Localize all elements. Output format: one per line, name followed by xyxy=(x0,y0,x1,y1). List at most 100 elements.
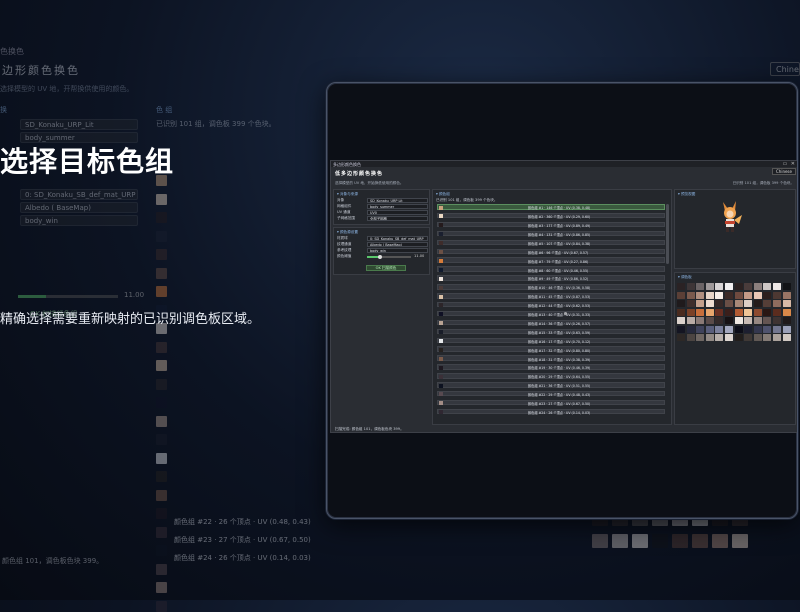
color-group-row[interactable]: 颜色组 #2 · 360 个顶点 · UV (0.29, 0.60) xyxy=(437,212,665,219)
palette-swatch[interactable] xyxy=(677,325,685,333)
group-list-scrollbar[interactable] xyxy=(666,204,669,264)
palette-swatch[interactable] xyxy=(686,334,695,341)
color-group-row[interactable]: 颜色组 #20 · 29 个顶点 · UV (0.64, 0.55) xyxy=(437,373,665,379)
palette-swatch[interactable] xyxy=(705,317,714,324)
color-group-row[interactable]: 颜色组 #9 · 49 个顶点 · UV (0.86, 0.52) xyxy=(437,275,665,281)
color-group-swatch[interactable] xyxy=(439,356,443,361)
color-group-swatch[interactable] xyxy=(439,205,443,210)
palette-swatch[interactable] xyxy=(782,283,791,290)
color-group-row[interactable]: 颜色组 #19 · 30 个顶点 · UV (0.46, 0.39) xyxy=(437,364,665,370)
palette-swatch[interactable] xyxy=(763,325,772,333)
palette-swatch[interactable] xyxy=(763,334,772,341)
palette-swatch[interactable] xyxy=(686,325,695,333)
palette-swatch[interactable] xyxy=(763,300,772,307)
palette-swatch[interactable] xyxy=(677,291,685,299)
palette-swatch[interactable] xyxy=(782,291,791,299)
color-group-row[interactable]: 颜色组 #4 · 131 个顶点 · UV (0.86, 0.85) xyxy=(437,230,665,237)
palette-swatch[interactable] xyxy=(734,325,743,333)
palette-swatch[interactable] xyxy=(715,300,724,307)
groups-panel-header[interactable]: ▾ 颜色组 xyxy=(436,192,450,197)
color-group-swatch[interactable] xyxy=(439,392,443,397)
palette-swatch[interactable] xyxy=(734,300,743,307)
color-group-swatch[interactable] xyxy=(439,312,443,317)
palette-swatch[interactable] xyxy=(773,283,781,290)
color-group-row[interactable]: 颜色组 #10 · 46 个顶点 · UV (0.36, 0.58) xyxy=(437,284,665,290)
color-group-row[interactable]: 颜色组 #15 · 33 个顶点 · UV (0.63, 0.59) xyxy=(437,328,665,335)
palette-swatch[interactable] xyxy=(753,317,762,324)
color-group-row[interactable]: 颜色组 #17 · 32 个顶点 · UV (0.80, 0.80) xyxy=(437,346,665,353)
palette-swatch[interactable] xyxy=(744,308,753,316)
color-group-row[interactable]: 颜色组 #11 · 45 个顶点 · UV (0.87, 0.53) xyxy=(437,293,665,299)
palette-swatch[interactable] xyxy=(744,283,753,290)
reference-texture-field[interactable]: body_win xyxy=(367,248,428,253)
palette-swatch[interactable] xyxy=(705,300,714,307)
palette-swatch[interactable] xyxy=(782,317,791,324)
color-group-swatch[interactable] xyxy=(439,258,443,263)
color-group-row[interactable]: 颜色组 #7 · 79 个顶点 · UV (0.27, 0.86) xyxy=(437,257,665,264)
submesh-select[interactable]: 全部子网格 xyxy=(367,216,428,221)
palette-swatch[interactable] xyxy=(725,334,733,341)
palette-swatch[interactable] xyxy=(763,317,772,324)
palette-swatch[interactable] xyxy=(705,325,714,333)
color-group-swatch[interactable] xyxy=(439,330,443,335)
palette-swatch[interactable] xyxy=(715,308,724,316)
palette-swatch[interactable] xyxy=(725,325,733,333)
palette-swatch[interactable] xyxy=(725,300,733,307)
palette-swatch[interactable] xyxy=(753,325,762,333)
palette-swatch[interactable] xyxy=(715,317,724,324)
palette-swatch[interactable] xyxy=(773,325,781,333)
palette-swatch[interactable] xyxy=(734,317,743,324)
palette-swatch[interactable] xyxy=(725,317,733,324)
color-group-swatch[interactable] xyxy=(439,401,443,406)
color-group-swatch[interactable] xyxy=(439,267,443,272)
palette-swatch[interactable] xyxy=(686,308,695,316)
palette-swatch[interactable] xyxy=(763,308,772,316)
palette-swatch[interactable] xyxy=(734,308,743,316)
palette-swatch[interactable] xyxy=(686,317,695,324)
palette-swatch[interactable] xyxy=(744,291,753,299)
palette-swatch[interactable] xyxy=(773,308,781,316)
palette-swatch[interactable] xyxy=(753,300,762,307)
color-group-row[interactable]: 颜色组 #1 · 146 个顶点 · UV (0.38, 0.48) xyxy=(437,204,665,210)
palette-swatch[interactable] xyxy=(696,291,705,299)
palette-swatch[interactable] xyxy=(686,291,695,299)
palette-swatch[interactable] xyxy=(715,334,724,341)
palette-swatch[interactable] xyxy=(715,325,724,333)
palette-swatch[interactable] xyxy=(753,291,762,299)
texture-select[interactable]: Albedo ( BaseMap) xyxy=(367,242,428,247)
color-group-swatch[interactable] xyxy=(439,276,443,281)
palette-swatch[interactable] xyxy=(696,308,705,316)
palette-panel-header[interactable]: ▾ 调色板 xyxy=(678,275,692,280)
color-group-row[interactable]: 颜色组 #13 · 40 个顶点 · UV (0.31, 0.33) xyxy=(437,310,665,317)
palette-swatch[interactable] xyxy=(744,317,753,324)
palette-swatch[interactable] xyxy=(734,291,743,299)
color-group-row[interactable]: 颜色组 #16 · 17 个顶点 · UV (0.70, 0.12) xyxy=(437,337,665,344)
color-group-swatch[interactable] xyxy=(439,347,443,352)
palette-swatch[interactable] xyxy=(677,317,685,324)
palette-swatch[interactable] xyxy=(725,283,733,290)
palette-swatch[interactable] xyxy=(696,300,705,307)
uv-channel-select[interactable]: UV0 xyxy=(367,210,428,215)
color-group-swatch[interactable] xyxy=(439,232,443,237)
color-group-swatch[interactable] xyxy=(439,214,443,219)
palette-swatch[interactable] xyxy=(696,325,705,333)
language-select[interactable]: Chinese xyxy=(772,168,796,175)
palette-swatch[interactable] xyxy=(705,283,714,290)
window-controls-icon[interactable]: ▭ ✕ xyxy=(782,161,796,167)
color-group-swatch[interactable] xyxy=(439,294,443,299)
color-group-swatch[interactable] xyxy=(439,339,443,343)
color-group-row[interactable]: 颜色组 #12 · 44 个顶点 · UV (0.62, 0.53) xyxy=(437,301,665,308)
color-group-swatch[interactable] xyxy=(439,383,443,388)
palette-swatch[interactable] xyxy=(705,308,714,316)
palette-swatch[interactable] xyxy=(753,308,762,316)
object-field[interactable]: SD_Konaku_URP Lit xyxy=(367,198,428,203)
palette-swatch[interactable] xyxy=(773,291,781,299)
color-group-row[interactable]: 颜色组 #22 · 29 个顶点 · UV (0.48, 0.43) xyxy=(437,390,665,397)
palette-swatch[interactable] xyxy=(753,334,762,341)
palette-swatch[interactable] xyxy=(677,308,685,316)
palette-swatch[interactable] xyxy=(773,317,781,324)
color-group-swatch[interactable] xyxy=(439,241,443,246)
palette-swatch[interactable] xyxy=(686,283,695,290)
palette-swatch[interactable] xyxy=(782,325,791,333)
color-group-swatch[interactable] xyxy=(439,250,443,254)
